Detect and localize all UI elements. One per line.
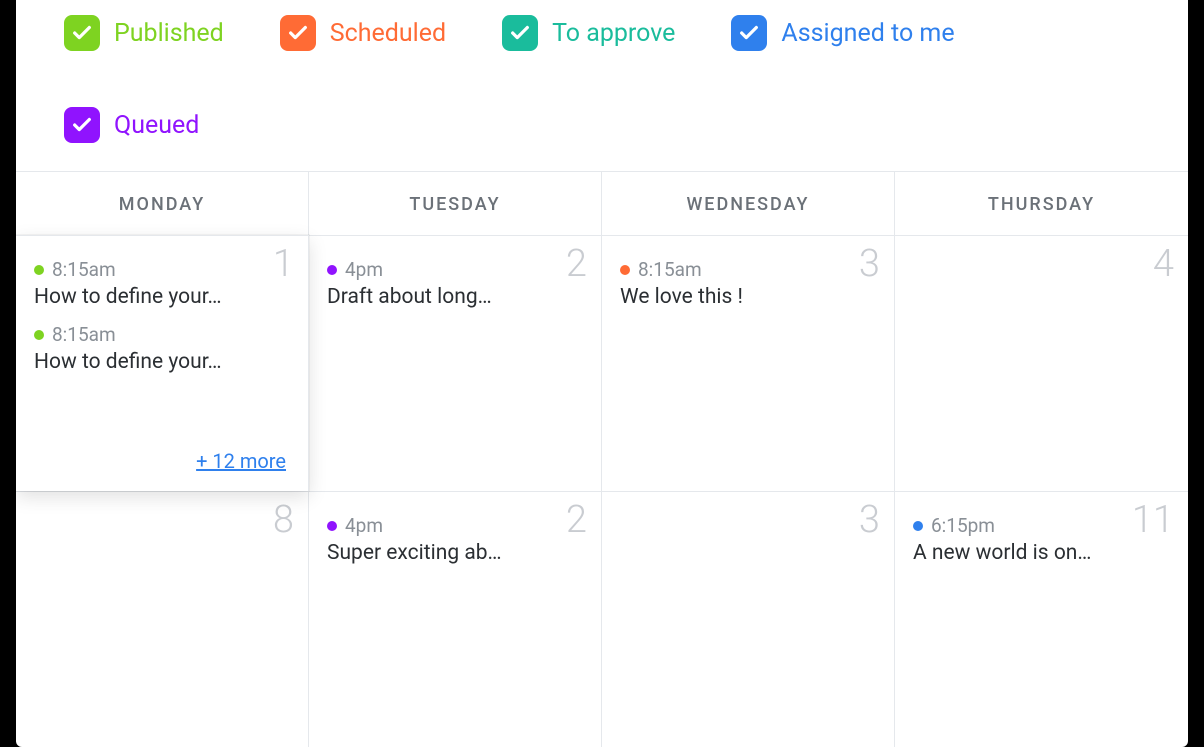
calendar-cell[interactable]: 8 [16,491,309,747]
calendar-cell[interactable]: 2 4pm Draft about long… [309,235,602,491]
status-dot-icon [620,265,630,275]
filter-published[interactable]: Published [64,15,224,51]
status-dot-icon [913,521,923,531]
event-time: 4pm [345,514,383,537]
filter-label: Scheduled [330,19,446,48]
event-title: We love this ! [620,285,870,309]
day-header: MONDAY [16,172,309,235]
calendar-cell[interactable]: 3 8:15am We love this ! [602,235,895,491]
calendar-cell[interactable]: 3 [602,491,895,747]
calendar-cell[interactable]: 4 [895,235,1188,491]
day-number: 2 [566,498,587,542]
day-number: 11 [1132,498,1174,542]
filter-queued[interactable]: Queued [64,107,199,143]
status-dot-icon [327,521,337,531]
event-title: Super exciting ab… [327,541,577,565]
event-meta: 8:15am [34,258,290,281]
checkbox-icon [280,15,316,51]
filter-assigned[interactable]: Assigned to me [731,15,954,51]
filter-label: Assigned to me [781,19,954,48]
filter-label: Published [114,19,224,48]
events-list: 4pm Draft about long… [327,258,583,309]
calendar-event[interactable]: 4pm Draft about long… [327,258,583,309]
day-number: 8 [273,498,294,542]
events-list: 8:15am How to define your… 8:15am How to de… [34,258,290,374]
day-number: 4 [1153,242,1174,286]
event-meta: 4pm [327,258,583,281]
event-title: How to define your… [34,285,284,309]
checkbox-icon [64,15,100,51]
events-list: 8:15am We love this ! [620,258,876,309]
calendar-cell[interactable]: 1 8:15am How to define your… 8:15am How to d… [16,235,309,491]
calendar-card: Published Scheduled To approve Assigned to … [16,0,1188,747]
status-dot-icon [34,330,44,340]
filter-bar: Published Scheduled To approve Assigned to … [16,0,1188,172]
event-time: 6:15pm [931,514,995,537]
status-dot-icon [327,265,337,275]
checkbox-icon [64,107,100,143]
calendar-grid: 1 8:15am How to define your… 8:15am How to d… [16,235,1188,747]
event-meta: 8:15am [34,323,290,346]
event-time: 8:15am [638,258,702,281]
calendar-event[interactable]: 4pm Super exciting ab… [327,514,583,565]
checkbox-icon [731,15,767,51]
event-meta: 4pm [327,514,583,537]
calendar-event[interactable]: 8:15am How to define your… [34,258,290,309]
event-title: Draft about long… [327,285,577,309]
day-header: TUESDAY [309,172,602,235]
day-header: THURSDAY [895,172,1188,235]
event-time: 8:15am [52,258,116,281]
event-time: 4pm [345,258,383,281]
day-number: 2 [566,242,587,286]
calendar-event[interactable]: 8:15am We love this ! [620,258,876,309]
status-dot-icon [34,265,44,275]
calendar-cell[interactable]: 2 4pm Super exciting ab… [309,491,602,747]
day-number: 1 [273,242,294,286]
filter-to_approve[interactable]: To approve [502,15,675,51]
event-time: 8:15am [52,323,116,346]
day-number: 3 [859,242,880,286]
event-title: How to define your… [34,350,284,374]
more-events-link[interactable]: + 12 more [196,449,286,473]
filter-label: To approve [552,19,675,48]
filter-label: Queued [114,111,199,140]
day-number: 3 [859,498,880,542]
filter-scheduled[interactable]: Scheduled [280,15,446,51]
day-header: WEDNESDAY [602,172,895,235]
calendar-cell[interactable]: 11 6:15pm A new world is on… [895,491,1188,747]
events-list: 4pm Super exciting ab… [327,514,583,565]
calendar-event[interactable]: 8:15am How to define your… [34,323,290,374]
day-headers-row: MONDAYTUESDAYWEDNESDAYTHURSDAY [16,172,1188,235]
event-meta: 8:15am [620,258,876,281]
event-title: A new world is on… [913,541,1163,565]
checkbox-icon [502,15,538,51]
